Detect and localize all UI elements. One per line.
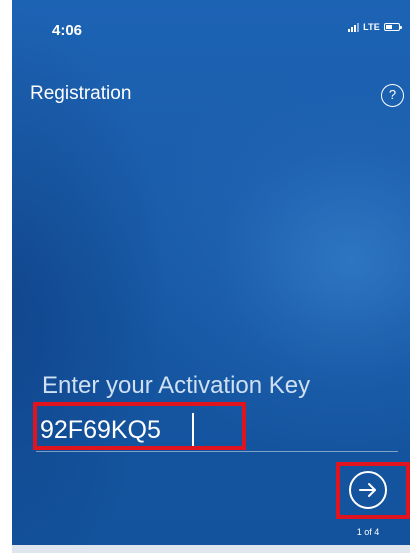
page-title: Registration bbox=[30, 83, 132, 104]
bottom-strip bbox=[12, 545, 410, 553]
activation-key-label: Enter your Activation Key bbox=[42, 372, 311, 399]
activation-key-highlight bbox=[33, 402, 246, 450]
status-time: 4:06 bbox=[52, 22, 83, 39]
help-button[interactable]: ? bbox=[381, 84, 404, 107]
next-button-highlight bbox=[336, 462, 410, 519]
screen: 4:06 LTE Registration ? Enter your Activ… bbox=[0, 0, 410, 553]
battery-icon bbox=[384, 23, 402, 31]
network-label: LTE bbox=[363, 22, 380, 32]
input-underline bbox=[36, 451, 398, 452]
signal-bars-icon bbox=[348, 22, 360, 32]
help-circle-icon: ? bbox=[388, 87, 397, 102]
status-indicators: LTE bbox=[348, 22, 402, 32]
step-indicator: 1 of 4 bbox=[356, 527, 380, 537]
